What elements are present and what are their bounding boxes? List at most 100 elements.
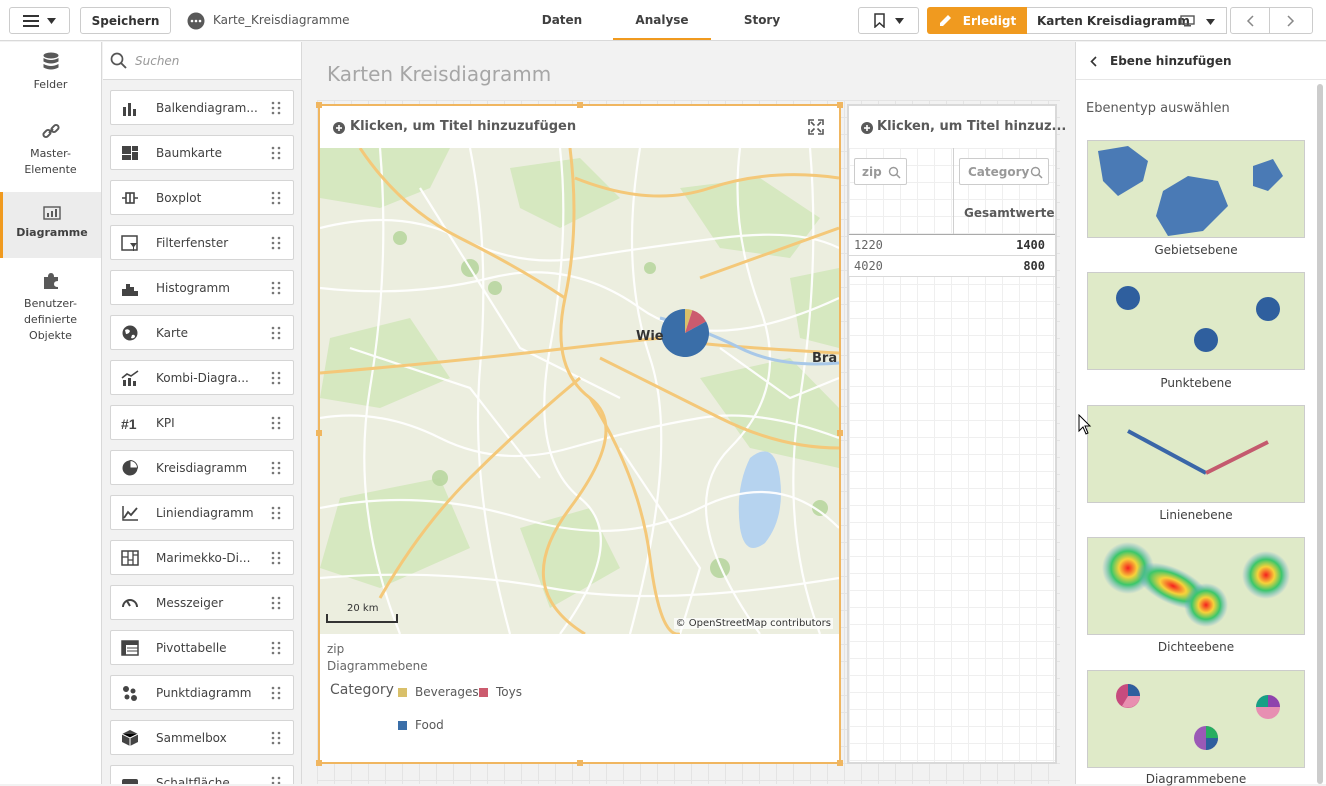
save-button[interactable]: Speichern (80, 7, 171, 34)
asset-item[interactable]: Boxplot (110, 180, 294, 215)
add-icon (333, 122, 345, 134)
drag-handle-icon[interactable] (271, 326, 281, 340)
legend-item-food[interactable]: Food (398, 718, 444, 732)
drag-handle-icon[interactable] (271, 371, 281, 385)
resize-handle[interactable] (316, 760, 322, 766)
cell-value: 1400 (1016, 238, 1045, 252)
tab-story[interactable]: Story (723, 0, 801, 40)
sheet-title[interactable]: Karten Kreisdiagramm (327, 62, 551, 86)
done-button[interactable]: Erledigt (927, 7, 1027, 34)
city-label-bratislava: Bra (812, 351, 838, 366)
asset-item[interactable]: #1 KPI (110, 405, 294, 440)
search-icon (1030, 166, 1043, 179)
column-header-total[interactable]: Gesamtwerte (964, 206, 1055, 220)
asset-item[interactable]: Filterfenster (110, 225, 294, 260)
drag-handle-icon[interactable] (271, 101, 281, 115)
drag-handle-icon[interactable] (271, 281, 281, 295)
density-layer-preview (1102, 542, 1290, 627)
asset-item-label: Filterfenster (156, 236, 229, 250)
resize-handle[interactable] (837, 760, 843, 766)
map-viewport[interactable]: Wie Bra 20 km © OpenStreetMap contributo… (320, 148, 839, 634)
legend-swatch (398, 720, 407, 730)
layer-card-density[interactable] (1087, 537, 1305, 635)
zip-search-field[interactable]: zip (854, 158, 907, 185)
drag-handle-icon[interactable] (271, 731, 281, 745)
resize-handle[interactable] (577, 760, 583, 766)
menu-button[interactable] (9, 7, 70, 34)
table-row[interactable]: 4020 800 (849, 256, 1055, 277)
drag-handle-icon[interactable] (271, 191, 281, 205)
nav-item-felder[interactable]: Felder (0, 52, 101, 110)
drag-handle-icon[interactable] (271, 461, 281, 475)
resize-handle[interactable] (577, 102, 583, 108)
asset-item[interactable]: Pivottabelle (110, 630, 294, 665)
category-search-label: Category (968, 165, 1030, 179)
legend-layer: Diagrammebene (327, 659, 428, 673)
pie-marker[interactable] (660, 308, 710, 358)
layer-card-line[interactable] (1087, 405, 1305, 503)
chevron-down-icon (1206, 19, 1215, 25)
legend-item-toys[interactable]: Toys (479, 685, 522, 699)
resize-handle[interactable] (316, 102, 322, 108)
fullscreen-icon[interactable] (808, 119, 824, 135)
asset-item[interactable]: Kreisdiagramm (110, 450, 294, 485)
asset-item[interactable]: Kombi-Diagra... (110, 360, 294, 395)
resize-handle[interactable] (316, 430, 322, 436)
map-attribution[interactable]: © OpenStreetMap contributors (673, 618, 833, 629)
nav-item-label: Diagramme (16, 226, 88, 239)
drag-handle-icon[interactable] (271, 146, 281, 160)
pivot-table-icon (121, 640, 139, 656)
legend-item-beverages[interactable]: Beverages (398, 685, 479, 699)
asset-item[interactable]: Baumkarte (110, 135, 294, 170)
chart-layer-preview (1116, 684, 1280, 750)
nav-item-master[interactable]: Master- Elemente (0, 122, 101, 188)
back-button[interactable]: Ebene hinzufügen (1076, 42, 1326, 80)
drag-handle-icon[interactable] (271, 416, 281, 430)
tab-daten[interactable]: Daten (523, 0, 601, 40)
nav-item-diagramme[interactable]: Diagramme (0, 192, 101, 258)
layer-card-area[interactable] (1087, 140, 1305, 238)
drag-handle-icon[interactable] (271, 551, 281, 565)
panel-scrollbar[interactable] (1317, 84, 1323, 784)
asset-search[interactable]: Suchen (103, 42, 301, 80)
asset-item[interactable]: Sammelbox (110, 720, 294, 755)
asset-item-label: Baumkarte (156, 146, 222, 160)
sheet-selector[interactable]: Karten Kreisdiagramm (1027, 7, 1227, 34)
asset-item[interactable]: Punktdiagramm (110, 675, 294, 710)
table-title-placeholder[interactable]: Klicken, um Titel hinzuz... (877, 119, 1066, 134)
globe-icon (122, 325, 138, 341)
table-object[interactable]: Klicken, um Titel hinzuz... zip Category… (847, 104, 1066, 764)
app-icon (187, 12, 205, 30)
asset-item[interactable]: Marimekko-Di... (110, 540, 294, 575)
drag-handle-icon[interactable] (271, 236, 281, 250)
table-row[interactable]: 1220 1400 (849, 235, 1055, 256)
map-object[interactable]: Klicken, um Titel hinzuzufügen Wie Bra 2… (316, 102, 843, 766)
nav-item-custom-objects[interactable]: Benutzer- definierte Objekte (0, 272, 101, 352)
tab-analyse[interactable]: Analyse (613, 0, 711, 40)
cell-zip: 1220 (854, 238, 883, 252)
asset-item[interactable]: Histogramm (110, 270, 294, 305)
asset-item[interactable]: Balkendiagram... (110, 90, 294, 125)
drag-handle-icon[interactable] (271, 596, 281, 610)
resize-handle[interactable] (837, 102, 843, 108)
asset-item[interactable]: Schaltfläche (110, 765, 294, 784)
done-label: Erledigt (962, 13, 1017, 28)
bookmark-button[interactable] (858, 7, 919, 34)
drag-handle-icon[interactable] (271, 506, 281, 520)
resize-handle[interactable] (837, 430, 843, 436)
layer-card-chart[interactable] (1087, 670, 1305, 768)
previous-sheet-button[interactable] (1230, 7, 1270, 34)
drag-handle-icon[interactable] (271, 686, 281, 700)
asset-item[interactable]: Liniendiagramm (110, 495, 294, 530)
map-title-placeholder[interactable]: Klicken, um Titel hinzuzufügen (350, 119, 576, 134)
drag-handle-icon[interactable] (271, 641, 281, 655)
cell-zip: 4020 (854, 259, 883, 273)
next-sheet-button[interactable] (1269, 7, 1313, 34)
boxplot-icon (122, 192, 138, 204)
drag-handle-icon[interactable] (271, 776, 281, 784)
asset-item[interactable]: Karte (110, 315, 294, 350)
category-search-field[interactable]: Category (959, 158, 1049, 185)
layer-card-point[interactable] (1087, 272, 1305, 370)
map-legend: zip Diagrammebene Category Beverages Toy… (320, 634, 839, 762)
asset-item[interactable]: Messzeiger (110, 585, 294, 620)
